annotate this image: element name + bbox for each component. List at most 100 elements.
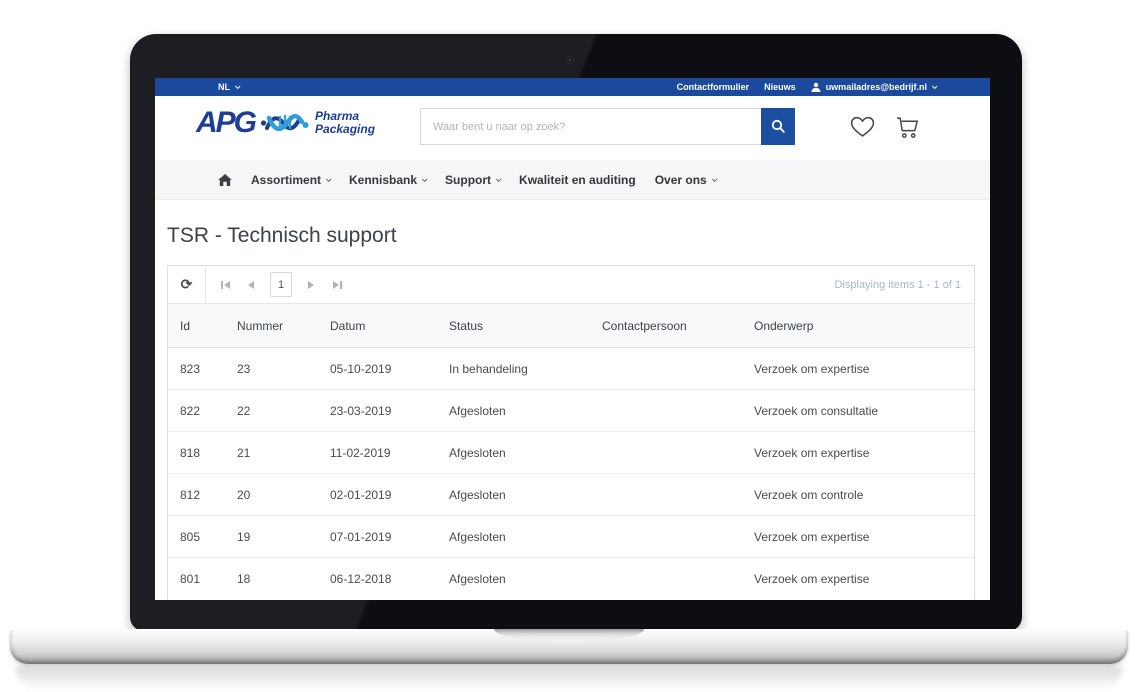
column-header-contactpersoon[interactable]: Contactpersoon (590, 319, 742, 333)
nav-item-over-ons[interactable]: Over ons (655, 173, 716, 187)
cell-datum: 23-03-2019 (318, 404, 437, 418)
table-row[interactable]: 812 20 02-01-2019 Afgesloten Verzoek om … (168, 474, 974, 516)
pager-last-button[interactable] (324, 272, 350, 298)
cell-status: Afgesloten (437, 404, 590, 418)
first-page-icon (224, 281, 230, 289)
cell-nummer: 22 (225, 404, 318, 418)
logo-tagline: Pharma Packaging (315, 110, 375, 136)
main-content: TSR - Technisch support ⟳ (155, 200, 990, 600)
chevron-down-icon (496, 176, 502, 182)
table-row[interactable]: 801 18 06-12-2018 Afgesloten Verzoek om … (168, 558, 974, 600)
cell-id: 822 (168, 404, 225, 418)
laptop-mockup: NL Contactformulier Nieuws uwmailadres@b… (0, 0, 1138, 692)
nav-label: Assortiment (251, 173, 321, 187)
column-header-id[interactable]: Id (168, 319, 225, 333)
logo-tagline-line1: Pharma (315, 109, 359, 123)
browser-screen: NL Contactformulier Nieuws uwmailadres@b… (155, 78, 990, 600)
cell-nummer: 18 (225, 572, 318, 586)
cell-id: 801 (168, 572, 225, 586)
cell-datum: 07-01-2019 (318, 530, 437, 544)
nav-label: Kwaliteit en auditing (519, 173, 636, 187)
pager-first-button[interactable] (212, 272, 238, 298)
cell-onderwerp: Verzoek om expertise (742, 530, 974, 544)
cell-nummer: 19 (225, 530, 318, 544)
table-row[interactable]: 805 19 07-01-2019 Afgesloten Verzoek om … (168, 516, 974, 558)
cell-datum: 05-10-2019 (318, 362, 437, 376)
site-header: APG Pharma Packaging (155, 96, 990, 160)
cell-id: 805 (168, 530, 225, 544)
search-input[interactable] (420, 108, 761, 145)
page-title: TSR - Technisch support (167, 222, 990, 250)
next-page-icon (308, 281, 314, 289)
pager-next-button[interactable] (298, 272, 324, 298)
column-header-datum[interactable]: Datum (318, 319, 437, 333)
cell-nummer: 20 (225, 488, 318, 502)
nav-item-assortiment[interactable]: Assortiment (251, 173, 330, 187)
first-page-icon (221, 281, 223, 289)
contactformulier-link[interactable]: Contactformulier (677, 82, 750, 92)
nav-label: Over ons (655, 173, 707, 187)
cell-status: Afgesloten (437, 488, 590, 502)
cell-id: 818 (168, 446, 225, 460)
cell-datum: 02-01-2019 (318, 488, 437, 502)
cell-onderwerp: Verzoek om expertise (742, 572, 974, 586)
cell-id: 823 (168, 362, 225, 376)
cell-onderwerp: Verzoek om controle (742, 488, 974, 502)
cell-nummer: 21 (225, 446, 318, 460)
cell-nummer: 23 (225, 362, 318, 376)
pager-status: Displaying items 1 - 1 of 1 (834, 279, 961, 291)
search-button[interactable] (761, 108, 795, 145)
column-header-onderwerp[interactable]: Onderwerp (742, 319, 974, 333)
cell-datum: 11-02-2019 (318, 446, 437, 460)
logo-tagline-line2: Packaging (315, 122, 375, 136)
refresh-button[interactable]: ⟳ (168, 266, 206, 303)
nav-item-kennisbank[interactable]: Kennisbank (349, 173, 426, 187)
nav-label: Support (445, 173, 491, 187)
wishlist-button[interactable] (850, 116, 875, 141)
table-row[interactable]: 823 23 05-10-2019 In behandeling Verzoek… (168, 348, 974, 390)
base-notch (494, 629, 644, 642)
search-bar (420, 108, 795, 145)
column-header-status[interactable]: Status (437, 319, 590, 333)
language-selector[interactable]: NL (218, 82, 239, 92)
chevron-down-icon (235, 83, 241, 89)
last-page-icon (340, 281, 342, 289)
account-email: uwmailadres@bedrijf.nl (826, 82, 927, 92)
search-icon (771, 119, 786, 134)
cart-button[interactable] (896, 116, 921, 142)
last-page-icon (333, 281, 339, 289)
pager-current-page[interactable]: 1 (270, 272, 292, 297)
home-icon (218, 174, 232, 186)
table-row[interactable]: 822 22 23-03-2019 Afgesloten Verzoek om … (168, 390, 974, 432)
cell-onderwerp: Verzoek om expertise (742, 446, 974, 460)
column-header-nummer[interactable]: Nummer (225, 319, 318, 333)
nieuws-link[interactable]: Nieuws (764, 82, 796, 92)
cell-onderwerp: Verzoek om consultatie (742, 404, 974, 418)
heart-icon (850, 116, 875, 138)
chevron-down-icon (712, 176, 718, 182)
dna-helix-icon (260, 106, 310, 140)
cell-id: 812 (168, 488, 225, 502)
account-menu[interactable]: uwmailadres@bedrijf.nl (811, 82, 936, 92)
company-logo[interactable]: APG Pharma Packaging (196, 106, 375, 140)
language-label: NL (218, 82, 230, 92)
cell-status: In behandeling (437, 362, 590, 376)
table-row[interactable]: 818 21 11-02-2019 Afgesloten Verzoek om … (168, 432, 974, 474)
nav-item-support[interactable]: Support (445, 173, 500, 187)
nav-item-kwaliteit-en-auditing[interactable]: Kwaliteit en auditing (519, 173, 636, 187)
site-topbar: NL Contactformulier Nieuws uwmailadres@b… (155, 78, 990, 96)
chevron-down-icon (326, 176, 332, 182)
chevron-down-icon (422, 176, 428, 182)
cell-status: Afgesloten (437, 530, 590, 544)
nav-home[interactable] (218, 174, 232, 186)
laptop-bezel: NL Contactformulier Nieuws uwmailadres@b… (130, 34, 1022, 631)
laptop-base (10, 629, 1128, 664)
cart-icon (896, 116, 921, 139)
chevron-down-icon (932, 83, 938, 89)
cell-status: Afgesloten (437, 572, 590, 586)
cell-status: Afgesloten (437, 446, 590, 460)
pager-prev-button[interactable] (238, 272, 264, 298)
nav-label: Kennisbank (349, 173, 417, 187)
tsr-grid: ⟳ 1 (167, 265, 975, 600)
prev-page-icon (248, 281, 254, 289)
